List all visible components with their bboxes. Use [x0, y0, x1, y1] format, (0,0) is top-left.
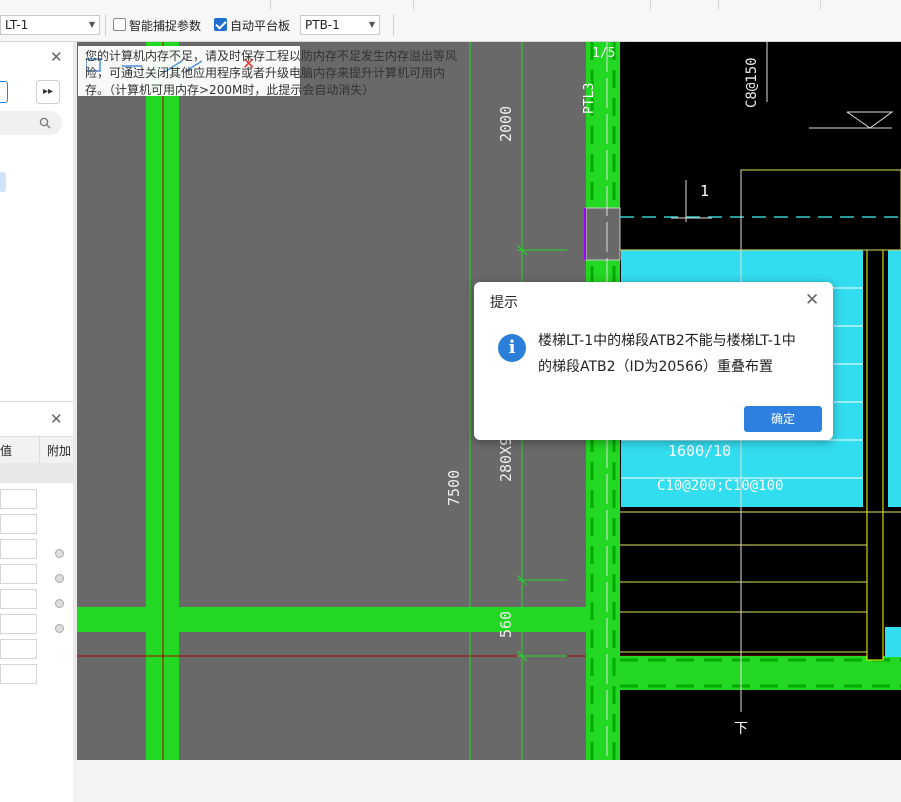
attach-checkbox[interactable]: [55, 599, 64, 608]
property-value-field[interactable]: [0, 589, 37, 609]
close-icon[interactable]: ✕: [50, 48, 63, 66]
slab-dimension-label: 1600/10: [668, 442, 732, 460]
slab-rebar-label: C10@200;C10@100: [657, 478, 784, 494]
stair-select-value: LT-1: [5, 18, 29, 32]
down-direction-label: 下: [734, 721, 748, 737]
search-icon: [39, 117, 51, 129]
chevron-down-icon: ▼: [368, 20, 375, 29]
dialog-title: 提示: [490, 295, 518, 311]
dimension-280x9: 280X9: [497, 436, 515, 482]
value-column-header: 值: [0, 444, 13, 458]
dialog-message: 楼梯LT-1中的梯段ATB2不能与楼梯LT-1中 的梯段ATB2（ID为2056…: [538, 328, 814, 380]
property-value-field[interactable]: [0, 664, 37, 684]
close-icon[interactable]: ✕: [50, 410, 63, 428]
close-icon[interactable]: ✕: [805, 290, 819, 310]
dialog-message-line: 楼梯LT-1中的梯段ATB2不能与楼梯LT-1中: [538, 333, 796, 349]
dimension-2000: 2000: [497, 105, 515, 142]
alert-dialog: 提示 ✕ i 楼梯LT-1中的梯段ATB2不能与楼梯LT-1中 的梯段ATB2（…: [474, 282, 833, 440]
smart-snap-label: 智能捕捉参数: [129, 19, 202, 33]
axis-label: 1/5: [592, 46, 616, 61]
rebar-label: C8@150: [744, 57, 760, 108]
attach-checkbox[interactable]: [55, 549, 64, 558]
ok-button[interactable]: 确定: [744, 406, 822, 432]
property-value-field[interactable]: [0, 514, 37, 534]
beam-label: PTL3: [582, 82, 597, 114]
extra-column-header: 附加: [47, 444, 72, 458]
memory-notice: 您的计算机内存不足，请及时保存工程以防内存不足发生内存溢出等风 险，可通过关闭其…: [85, 48, 485, 99]
toolbar-divider: [105, 14, 106, 36]
auto-platform-label: 自动平台板: [230, 19, 291, 33]
auto-platform-checkbox[interactable]: [214, 18, 227, 31]
tree-selected-item[interactable]: [0, 172, 6, 192]
expand-button[interactable]: ▸▸: [36, 80, 60, 104]
toolbar: LT-1 ▼ 智能捕捉参数 自动平台板 PTB-1 ▼: [0, 10, 901, 42]
chevron-down-icon: ▼: [88, 20, 95, 29]
property-value-field[interactable]: [0, 564, 37, 584]
property-value-field[interactable]: [0, 539, 37, 559]
properties-header: 值 附加: [0, 436, 73, 464]
platform-select[interactable]: PTB-1 ▼: [300, 15, 380, 35]
platform-select-value: PTB-1: [305, 18, 340, 32]
view-toggle-button[interactable]: [0, 81, 8, 103]
double-chevron-right-icon: ▸▸: [42, 86, 54, 97]
properties-group-row: [0, 463, 73, 483]
smart-snap-checkbox[interactable]: [113, 18, 126, 31]
property-value-field[interactable]: [0, 614, 37, 634]
attach-checkbox[interactable]: [55, 624, 64, 633]
info-icon: i: [498, 334, 526, 362]
memory-notice-line: 您的计算机内存不足，请及时保存工程以防内存不足发生内存溢出等风: [85, 49, 458, 63]
memory-notice-line: 存。（计算机可用内存>200M时，此提示会自动消失）: [85, 83, 375, 97]
step-number: 1: [700, 182, 710, 200]
properties-panel: ✕ 值 附加: [0, 406, 73, 802]
property-value-field[interactable]: [0, 489, 37, 509]
memory-notice-line: 险，可通过关闭其他应用程序或者升级电脑内存来提升计算机可用内: [85, 66, 446, 80]
search-input[interactable]: [0, 111, 62, 135]
toolbar-divider: [393, 14, 394, 36]
dimension-7500: 7500: [445, 469, 463, 506]
dimension-560: 560: [497, 610, 515, 638]
left-panel: ✕ ▸▸ ✕ 值 附加: [0, 42, 74, 802]
dialog-message-line: 的梯段ATB2（ID为20566）重叠布置: [538, 359, 773, 375]
attach-checkbox[interactable]: [55, 574, 64, 583]
property-value-field[interactable]: [0, 639, 37, 659]
stair-select[interactable]: LT-1 ▼: [0, 15, 100, 35]
panel-divider: [0, 401, 73, 402]
